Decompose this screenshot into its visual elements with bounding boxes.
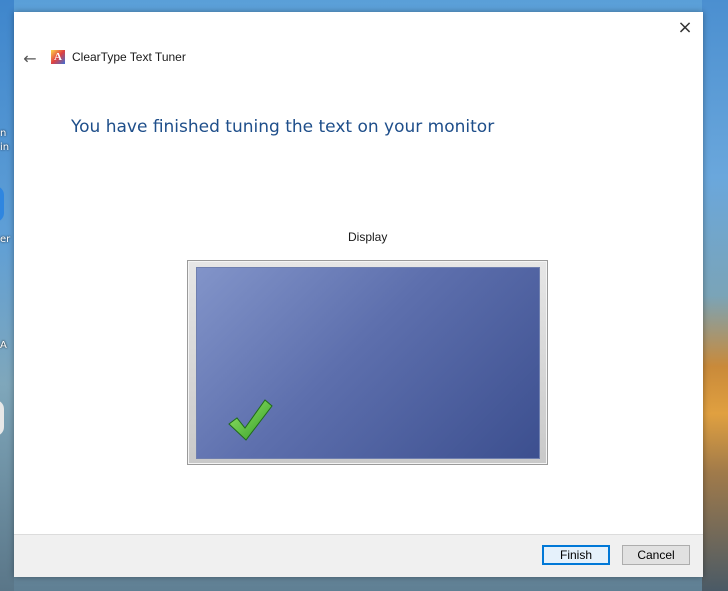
cancel-button[interactable]: Cancel bbox=[622, 545, 690, 565]
finish-button[interactable]: Finish bbox=[542, 545, 610, 565]
desktop-wallpaper-right bbox=[702, 0, 728, 591]
close-icon: × bbox=[677, 16, 693, 38]
close-button[interactable]: × bbox=[667, 12, 703, 42]
desktop-icon-label-fragment[interactable]: in bbox=[0, 142, 9, 153]
cleartype-app-icon: A bbox=[51, 50, 65, 64]
desktop-icon-label-fragment[interactable]: A bbox=[0, 340, 7, 351]
monitor-preview bbox=[187, 260, 548, 465]
desktop-icon-label-fragment[interactable]: er bbox=[0, 234, 10, 245]
back-arrow-icon: ← bbox=[23, 48, 37, 68]
back-button[interactable]: ← bbox=[20, 48, 40, 68]
cleartype-window: × ← A ClearType Text Tuner You have fini… bbox=[14, 12, 703, 577]
dialog-footer: Finish Cancel bbox=[14, 534, 703, 577]
desktop-wallpaper-left bbox=[0, 0, 14, 591]
window-title: ClearType Text Tuner bbox=[72, 50, 186, 64]
page-heading: You have finished tuning the text on you… bbox=[71, 117, 495, 137]
checkmark-icon bbox=[228, 399, 273, 441]
app-icon-glyph: A bbox=[54, 51, 62, 63]
monitor-screen bbox=[196, 267, 540, 459]
desktop-icon-label-fragment[interactable]: n bbox=[0, 128, 6, 139]
display-label: Display bbox=[348, 230, 388, 244]
